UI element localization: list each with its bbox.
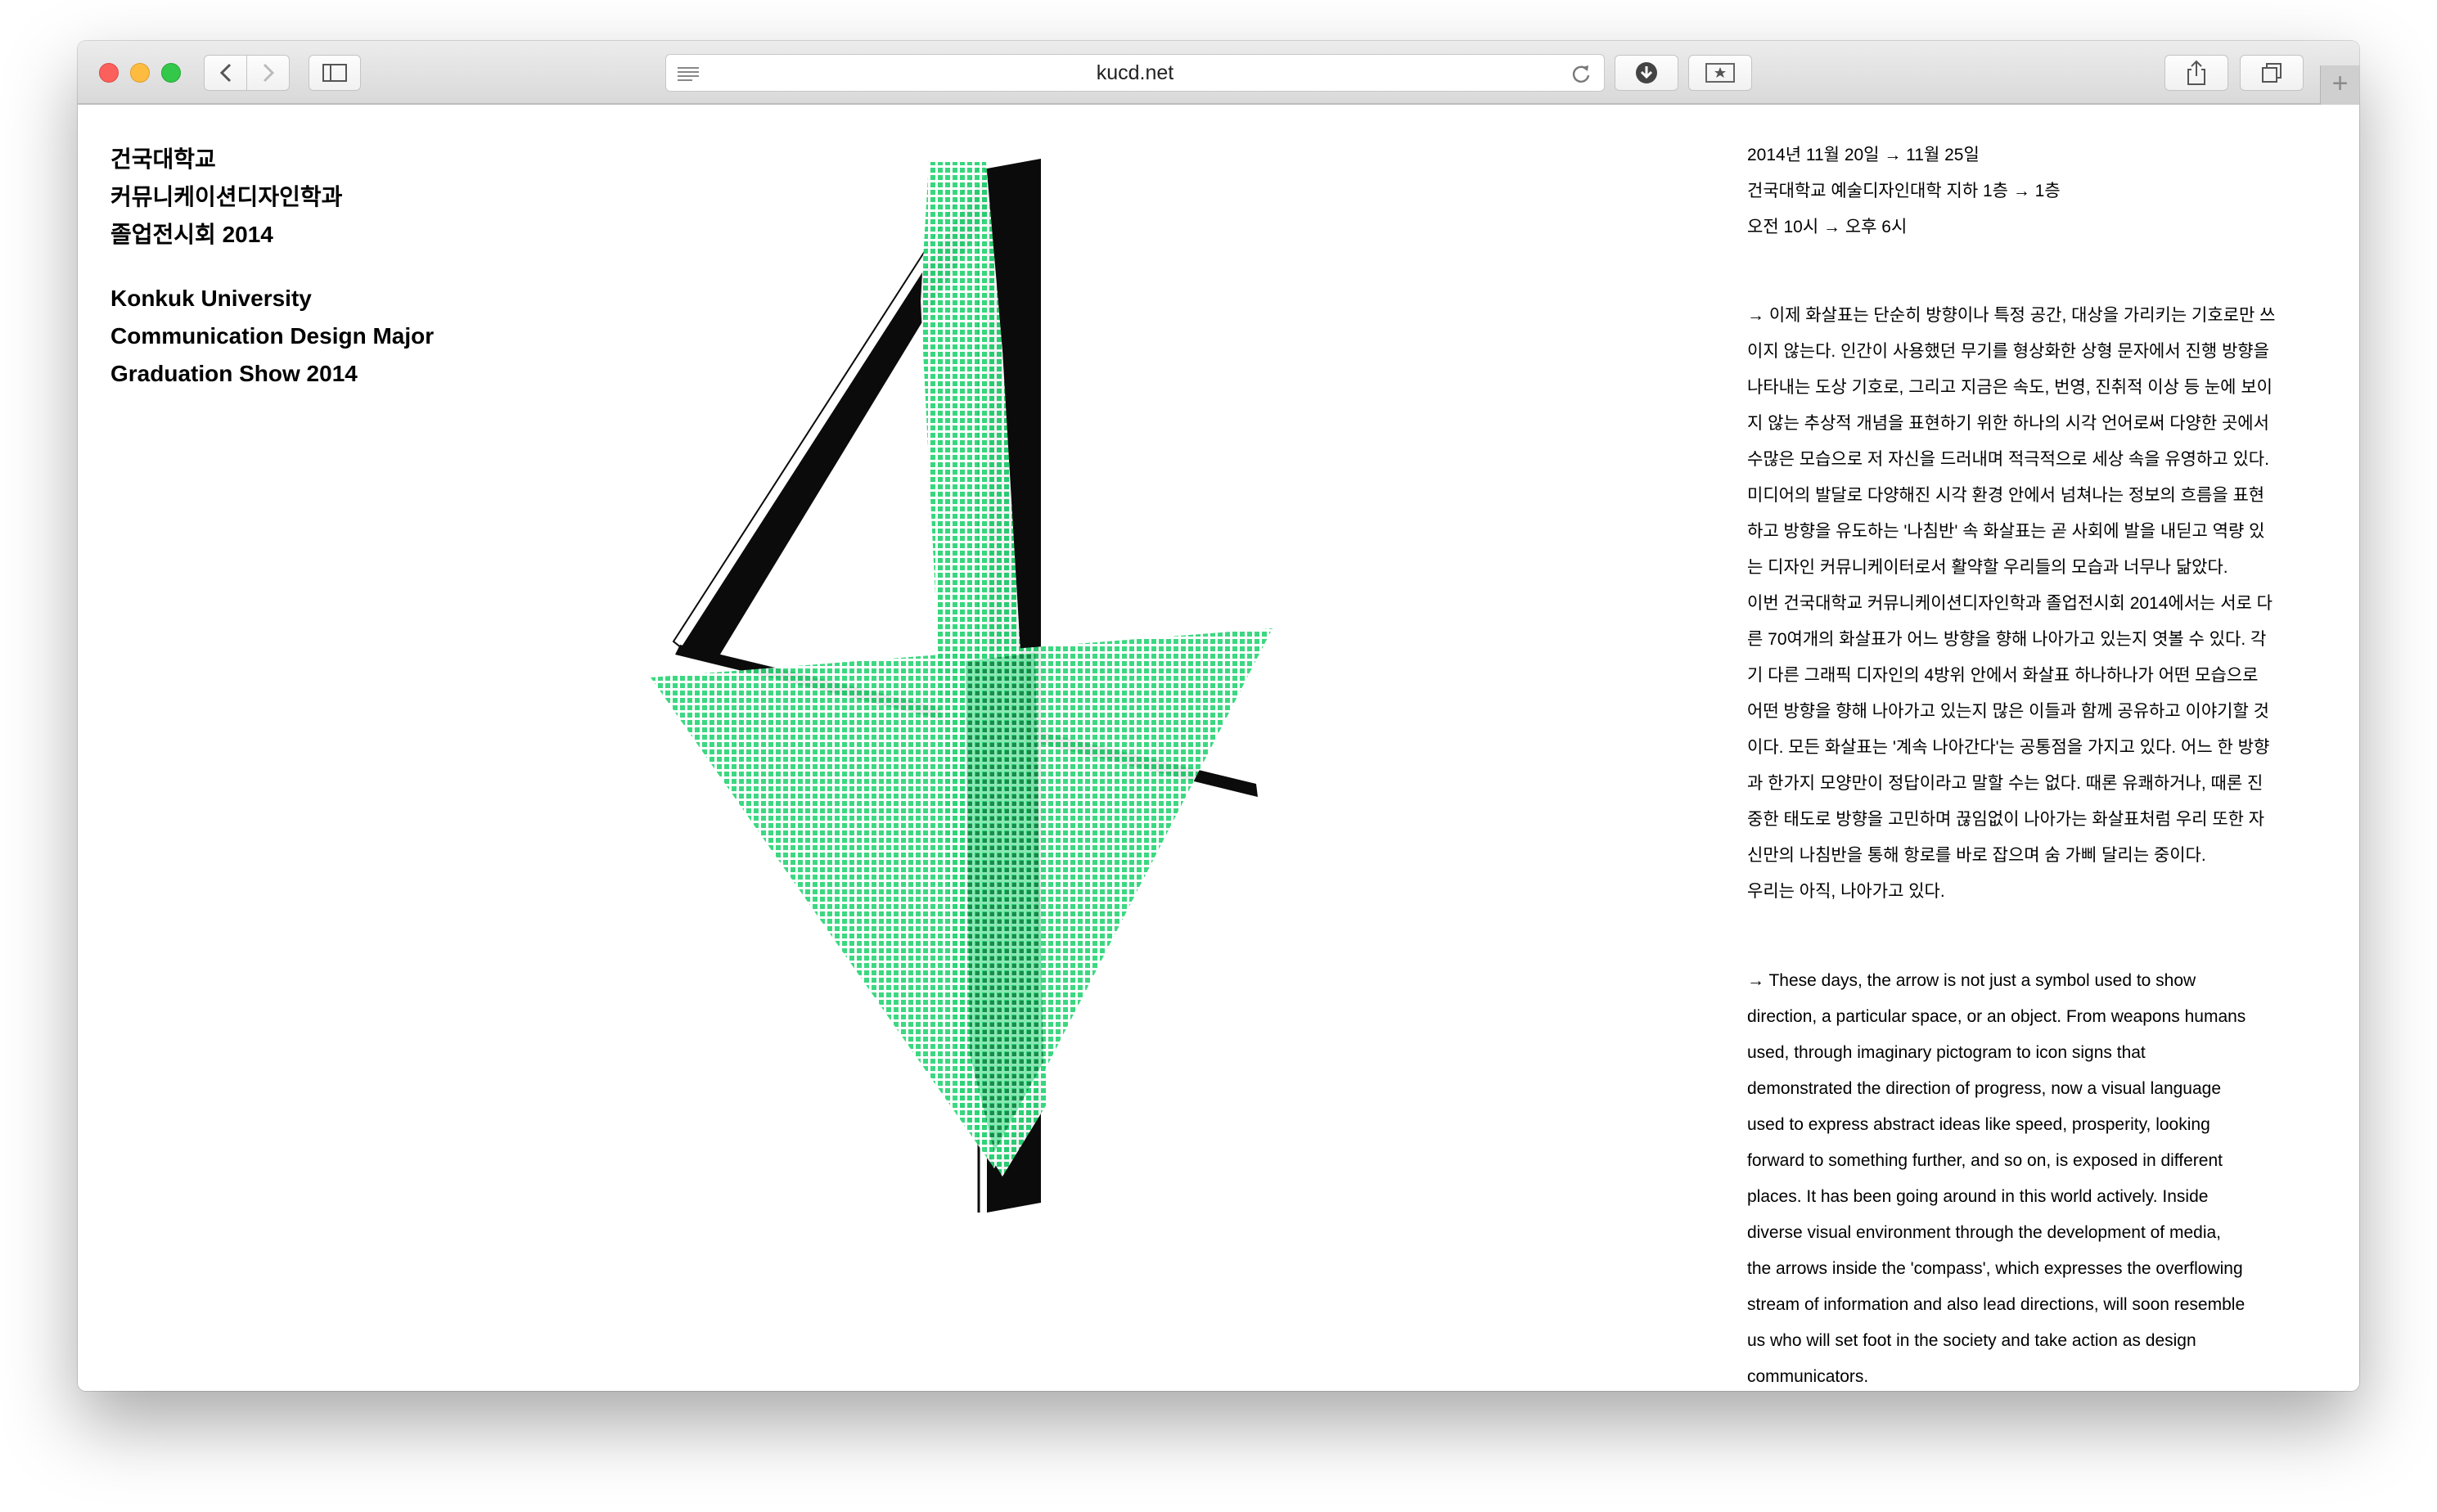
text-line: 기 다른 그래픽 디자인의 4방위 안에서 화살표 하나하나가 어떤 모습으로 xyxy=(1747,666,2259,685)
star-icon xyxy=(1705,63,1735,83)
text-line: places. It has been going around in this… xyxy=(1747,1187,2209,1206)
reload-icon[interactable] xyxy=(1571,63,1591,84)
tabs-overview-button[interactable] xyxy=(2240,55,2304,91)
minimize-window-button[interactable] xyxy=(130,63,150,83)
text-line: 신만의 나침반을 통해 항로를 바로 잡으며 숨 가삐 달리는 중이다. xyxy=(1747,846,2206,865)
text-line: 하고 방향을 유도하는 '나침반' 속 화살표는 곧 사회에 발을 내딛고 역량… xyxy=(1747,522,2265,541)
text-line: 과 한가지 모양만이 정답이라고 말할 수는 없다. 때론 유쾌하거나, 때론 … xyxy=(1747,774,2264,793)
event-dates: 2014년 11월 20일 → 11월 25일 xyxy=(1747,146,1980,164)
downloads-button[interactable] xyxy=(1615,55,1678,91)
forward-button[interactable] xyxy=(246,55,290,91)
text-line: 이다. 모든 화살표는 '계속 나아간다'는 공통점을 가지고 있다. 어느 한… xyxy=(1747,738,2270,757)
text-line: forward to something further, and so on,… xyxy=(1747,1151,2223,1170)
green-triangle xyxy=(651,628,1273,1168)
green-overlap xyxy=(966,653,1043,1152)
browser-window: kucd.net + 건국대학교 커뮤니케이션디자인학과 졸업전시회 2014 … xyxy=(78,41,2359,1391)
text-line: → 이제 화살표는 단순히 방향이나 특정 공간, 대상을 가리키는 기호로만 … xyxy=(1747,306,2276,325)
text-line: 나타내는 도상 기호로, 그리고 지금은 속도, 번영, 진취적 이상 등 눈에… xyxy=(1747,378,2273,397)
chevron-right-icon xyxy=(263,63,274,83)
share-icon xyxy=(2187,60,2205,85)
text-line: 이지 않는다. 인간이 사용했던 무기를 형상화한 상형 문자에서 진행 방향을 xyxy=(1747,342,2269,361)
text-line: communicators. xyxy=(1747,1367,1869,1386)
text-line: the arrows inside the 'compass', which e… xyxy=(1747,1259,2243,1278)
share-button[interactable] xyxy=(2164,55,2228,91)
sidebar-icon xyxy=(322,64,347,82)
text-line: 는 디자인 커뮤니케이터로서 활약할 우리들의 모습과 너무나 닮았다. xyxy=(1747,558,2228,577)
text-line: 수많은 모습으로 저 자신을 드러내며 적극적으로 세상 속을 유영하고 있다. xyxy=(1747,450,2269,469)
title-en-line: Graduation Show 2014 xyxy=(110,361,358,386)
text-line: 이번 건국대학교 커뮤니케이션디자인학과 졸업전시회 2014에서는 서로 다 xyxy=(1747,594,2273,613)
title-ko-line: 건국대학교 xyxy=(110,146,216,172)
text-line: demonstrated the direction of progress, … xyxy=(1747,1079,2222,1098)
sidebar-button[interactable] xyxy=(309,55,361,91)
chevron-left-icon xyxy=(219,63,231,83)
title-ko-line: 졸업전시회 2014 xyxy=(110,222,273,247)
title-english: Konkuk University Communication Design M… xyxy=(110,280,434,393)
title-en-line: Communication Design Major xyxy=(110,323,435,349)
web-page: 건국대학교 커뮤니케이션디자인학과 졸업전시회 2014 Konkuk Univ… xyxy=(78,105,2359,1391)
title-ko-line: 커뮤니케이션디자인학과 xyxy=(110,184,343,209)
text-line: us who will set foot in the society and … xyxy=(1747,1331,2196,1350)
download-icon xyxy=(1636,62,1657,83)
close-window-button[interactable] xyxy=(99,63,119,83)
text-line: stream of information and also lead dire… xyxy=(1747,1295,2246,1314)
tabs-icon xyxy=(2262,63,2282,83)
text-line: 중한 태도로 방향을 고민하며 끊임없이 나아가는 화살표처럼 우리 또한 자 xyxy=(1747,810,2265,829)
text-line: used to express abstract ideas like spee… xyxy=(1747,1115,2210,1134)
event-hours: 오전 10시 → 오후 6시 xyxy=(1747,218,1908,236)
text-line: 지 않는 추상적 개념을 표현하기 위한 하나의 시각 언어로써 다양한 곳에서 xyxy=(1747,414,2269,433)
browser-toolbar: kucd.net + xyxy=(78,41,2359,105)
description-korean: → 이제 화살표는 단순히 방향이나 특정 공간, 대상을 가리키는 기호로만 … xyxy=(1747,298,2328,910)
event-location: 건국대학교 예술디자인대학 지하 1층 → 1층 xyxy=(1747,182,2061,200)
arrow-four-artwork xyxy=(651,159,1273,1213)
text-line: direction, a particular space, or an obj… xyxy=(1747,1007,2246,1026)
navigation-buttons xyxy=(204,55,291,91)
url-text: kucd.net xyxy=(1096,61,1174,84)
address-bar[interactable]: kucd.net xyxy=(665,54,1605,92)
new-tab-button[interactable]: + xyxy=(2320,65,2359,105)
title-korean: 건국대학교 커뮤니케이션디자인학과 졸업전시회 2014 xyxy=(110,141,342,254)
text-line: → These days, the arrow is not just a sy… xyxy=(1747,971,2196,990)
text-line: used, through imaginary pictogram to ico… xyxy=(1747,1043,2146,1062)
text-line: 우리는 아직, 나아가고 있다. xyxy=(1747,882,1945,901)
description-english: → These days, the arrow is not just a sy… xyxy=(1747,963,2328,1391)
text-line: diverse visual environment through the d… xyxy=(1747,1223,2221,1242)
text-line: 어떤 방향을 향해 나아가고 있는지 많은 이들과 함께 공유하고 이야기할 것 xyxy=(1747,702,2269,721)
back-button[interactable] xyxy=(204,55,247,91)
title-en-line: Konkuk University xyxy=(110,286,312,311)
zoom-window-button[interactable] xyxy=(161,63,181,83)
event-info: 2014년 11월 20일 → 11월 25일 건국대학교 예술디자인대학 지하… xyxy=(1747,137,2328,245)
top-sites-button[interactable] xyxy=(1688,55,1752,91)
text-line: 미디어의 발달로 다양해진 시각 환경 안에서 넘쳐나는 정보의 흐름을 표현 xyxy=(1747,486,2265,505)
text-line: 른 70여개의 화살표가 어느 방향을 향해 나아가고 있는지 엿볼 수 있다.… xyxy=(1747,630,2267,649)
